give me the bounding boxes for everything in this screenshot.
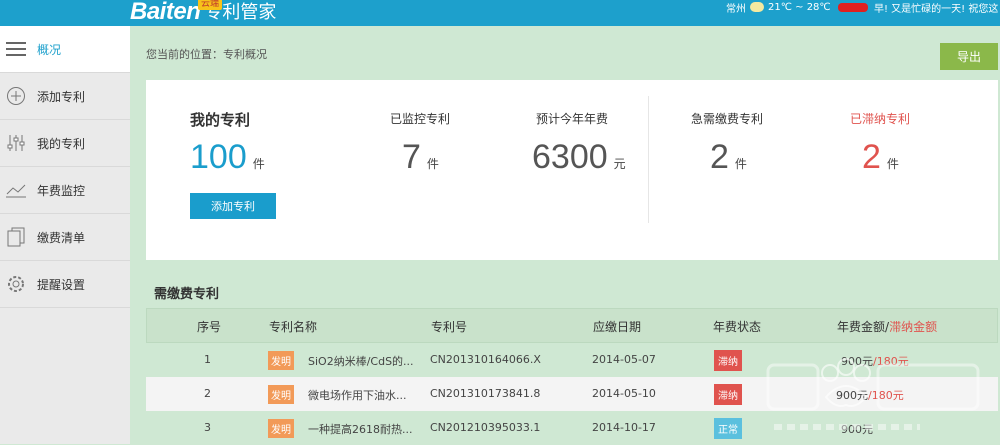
fee: 900元 (841, 423, 873, 436)
overdue-value: 2 (862, 138, 881, 176)
monitored-value: 7 (402, 138, 421, 176)
fee-amount: 900元/180元 (836, 387, 904, 403)
total-patents-stat: 100 件 (190, 138, 265, 177)
sidebar-item-label: 缴费清单 (37, 230, 86, 245)
col-status: 年费状态 (713, 320, 762, 334)
documents-icon (5, 226, 27, 248)
top-bar: Baiten 专利管家 云端 常州 21℃ ~ 28℃ 早! 又是忙碌的一天! … (0, 0, 1000, 26)
summary-card: 我的专利 100 件 添加专利 已监控专利 7 件 预计今年年费 6300 元 … (146, 80, 998, 260)
col-number: 专利号 (431, 320, 468, 334)
my-patents-title: 我的专利 (190, 111, 251, 129)
unit-label: 件 (426, 157, 439, 171)
fee: 900元 (836, 389, 868, 402)
late-fee: /180元 (868, 389, 904, 402)
sidebar-item-label: 年费监控 (37, 183, 86, 198)
due-date: 2014-05-07 (592, 353, 656, 366)
patent-number: CN201310164066.X (430, 353, 541, 366)
fee-amount: 900元/180元 (841, 353, 909, 369)
unit-label: 件 (886, 157, 899, 171)
due-date: 2014-05-10 (592, 387, 656, 400)
status-badge: 滞纳 (714, 384, 742, 405)
table-row[interactable]: 1 发明 SiO2纳米棒/CdS的... CN201310164066.X 201… (146, 343, 998, 377)
col-index: 序号 (197, 320, 222, 334)
gear-icon (5, 273, 27, 295)
logo-wordmark: Baiten (130, 0, 201, 25)
overdue-label: 已滞纳专利 (849, 112, 910, 126)
unit-label: 件 (252, 157, 265, 171)
unit-label: 元 (613, 157, 626, 171)
row-index: 3 (204, 421, 211, 434)
patent-fee-table: 序号 专利名称 专利号 应缴日期 年费状态 年费金额/滞纳金额 1 发明 SiO2… (146, 308, 998, 445)
patent-name: 微电场作用下油水... (308, 389, 407, 402)
annual-fee-value: 6300 (532, 138, 608, 176)
table-row[interactable]: 2 发明 微电场作用下油水... CN201310173841.8 2014-05… (146, 377, 998, 411)
urgent-stat[interactable]: 2 件 (710, 138, 747, 177)
late-fee-header: 滞纳金额 (889, 320, 938, 334)
fee-header: 年费金额 (837, 320, 886, 334)
patent-number: CN201210395033.1 (430, 421, 541, 434)
weather-widget: 常州 21℃ ~ 28℃ (726, 0, 831, 15)
col-name: 专利名称 (269, 320, 318, 334)
due-date: 2014-10-17 (592, 421, 656, 434)
patent-name-cell[interactable]: 发明 微电场作用下油水... (268, 385, 407, 404)
breadcrumb: 您当前的位置：专利概况 (146, 48, 267, 61)
patent-number: CN201310173841.8 (430, 387, 541, 400)
patent-name-cell[interactable]: 发明 SiO2纳米棒/CdS的... (268, 351, 414, 370)
cloudy-sun-icon (750, 2, 764, 12)
patent-name: 一种提高2618耐热... (308, 423, 413, 436)
sliders-icon (5, 132, 27, 154)
status-badge: 正常 (714, 418, 742, 439)
annual-fee-label: 预计今年年费 (535, 112, 608, 126)
invention-tag: 发明 (268, 351, 294, 370)
patent-name: SiO2纳米棒/CdS的... (308, 355, 414, 368)
add-patent-button[interactable]: 添加专利 (190, 193, 276, 219)
sidebar-item-label: 添加专利 (37, 89, 86, 104)
user-name-redacted[interactable] (838, 3, 868, 12)
overdue-stat[interactable]: 2 件 (862, 138, 899, 177)
urgent-label: 急需缴费专利 (690, 112, 763, 126)
menu-icon (5, 38, 27, 60)
status-badge: 滞纳 (714, 350, 742, 371)
sidebar-item-reminder-settings[interactable]: 提醒设置 (0, 261, 130, 308)
row-index: 2 (204, 387, 211, 400)
table-row[interactable]: 3 发明 一种提高2618耐热... CN201210395033.1 2014-… (146, 411, 998, 445)
invention-tag: 发明 (268, 419, 294, 438)
row-index: 1 (204, 353, 211, 366)
greeting-text: 早! 又是忙碌的一天! 祝您这 (874, 4, 999, 15)
patent-name-cell[interactable]: 发明 一种提高2618耐热... (268, 419, 412, 438)
section-title: 需缴费专利 (154, 287, 220, 302)
sidebar-item-fee-monitor[interactable]: 年费监控 (0, 167, 130, 214)
sidebar-item-label: 概况 (37, 42, 62, 57)
fee-amount: 900元 (841, 421, 873, 437)
annual-fee-stat[interactable]: 6300 元 (532, 138, 626, 177)
sidebar-item-label: 提醒设置 (37, 277, 86, 292)
sidebar-item-add-patent[interactable]: 添加专利 (0, 73, 130, 120)
temperature-label: 21℃ ~ 28℃ (768, 1, 831, 13)
export-button[interactable]: 导出 (940, 43, 998, 70)
sidebar-item-payment-list[interactable]: 缴费清单 (0, 214, 130, 261)
cloud-badge: 云端 (198, 0, 223, 10)
line-chart-icon (5, 179, 27, 201)
unit-label: 件 (734, 157, 747, 171)
sidebar-item-my-patents[interactable]: 我的专利 (0, 120, 130, 167)
urgent-value: 2 (710, 138, 729, 176)
sidebar-item-label: 我的专利 (37, 136, 86, 151)
monitored-label: 已监控专利 (389, 112, 450, 126)
monitored-stat[interactable]: 7 件 (402, 138, 439, 177)
total-patents-value: 100 (190, 138, 247, 176)
divider (648, 96, 649, 223)
invention-tag: 发明 (268, 385, 294, 404)
col-due: 应缴日期 (593, 320, 642, 334)
fee: 900元 (841, 355, 873, 368)
sidebar-item-overview[interactable]: 概况 (0, 26, 130, 73)
late-fee: /180元 (873, 355, 909, 368)
plus-circle-icon (5, 85, 27, 107)
sidebar: 概况 添加专利 我的专利 年费监控 缴费清单 提醒设置 (0, 26, 130, 444)
table-header: 序号 专利名称 专利号 应缴日期 年费状态 年费金额/滞纳金额 (146, 308, 998, 343)
city-label: 常州 (726, 3, 746, 15)
col-fee: 年费金额/滞纳金额 (837, 318, 937, 335)
